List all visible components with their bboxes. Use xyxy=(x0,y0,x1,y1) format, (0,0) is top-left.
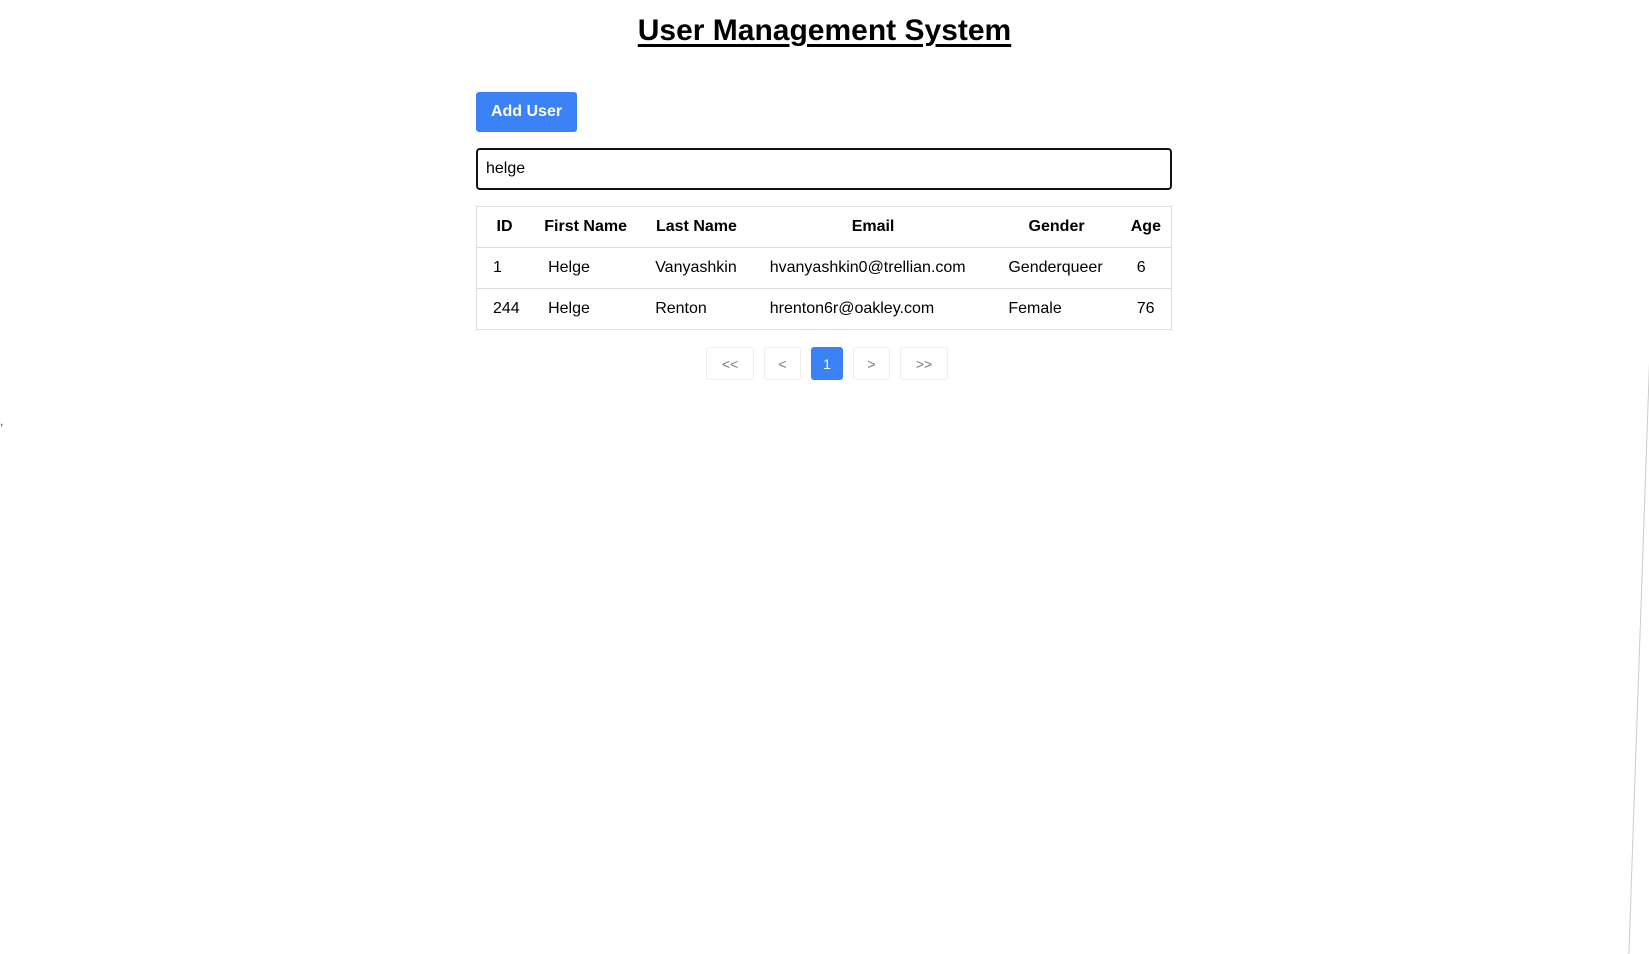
page-1-button[interactable]: 1 xyxy=(811,347,843,380)
table-row[interactable]: 244 Helge Renton hrenton6r@oakley.com Fe… xyxy=(476,288,1172,330)
table-row[interactable]: 1 Helge Vanyashkin hvanyashkin0@trellian… xyxy=(476,247,1172,289)
next-page-button[interactable]: > xyxy=(853,347,890,380)
search-input[interactable] xyxy=(476,148,1172,190)
users-table: ID First Name Last Name Email Gender Age… xyxy=(476,206,1172,330)
cell-age: 6 xyxy=(1120,247,1172,289)
column-header-email[interactable]: Email xyxy=(753,206,993,248)
column-header-age[interactable]: Age xyxy=(1120,206,1172,248)
page: User Management System Add User ID First… xyxy=(0,0,1649,954)
cell-age: 76 xyxy=(1120,288,1172,330)
page-title: User Management System xyxy=(637,14,1012,47)
add-user-button[interactable]: Add User xyxy=(476,92,577,132)
cell-first-name: Helge xyxy=(532,247,640,289)
prev-page-button[interactable]: < xyxy=(764,347,801,380)
first-page-button[interactable]: << xyxy=(706,347,754,380)
last-page-button[interactable]: >> xyxy=(900,347,948,380)
main-container: Add User ID First Name Last Name Email G… xyxy=(476,92,1172,330)
cell-last-name: Renton xyxy=(639,288,754,330)
pagination: << < 1 > >> xyxy=(706,347,948,380)
column-header-first-name[interactable]: First Name xyxy=(532,206,640,248)
cell-gender: Genderqueer xyxy=(992,247,1121,289)
cell-last-name: Vanyashkin xyxy=(639,247,754,289)
cell-first-name: Helge xyxy=(532,288,640,330)
table-header-row: ID First Name Last Name Email Gender Age xyxy=(476,206,1172,248)
column-header-id[interactable]: ID xyxy=(476,206,533,248)
window-edge-line xyxy=(1628,0,1649,954)
column-header-last-name[interactable]: Last Name xyxy=(639,206,754,248)
cell-id: 244 xyxy=(476,288,533,330)
cell-email: hvanyashkin0@trellian.com xyxy=(753,247,993,289)
cell-email: hrenton6r@oakley.com xyxy=(753,288,993,330)
cell-id: 1 xyxy=(476,247,533,289)
cell-gender: Female xyxy=(992,288,1121,330)
stray-text-mark: , xyxy=(0,414,4,428)
column-header-gender[interactable]: Gender xyxy=(992,206,1121,248)
